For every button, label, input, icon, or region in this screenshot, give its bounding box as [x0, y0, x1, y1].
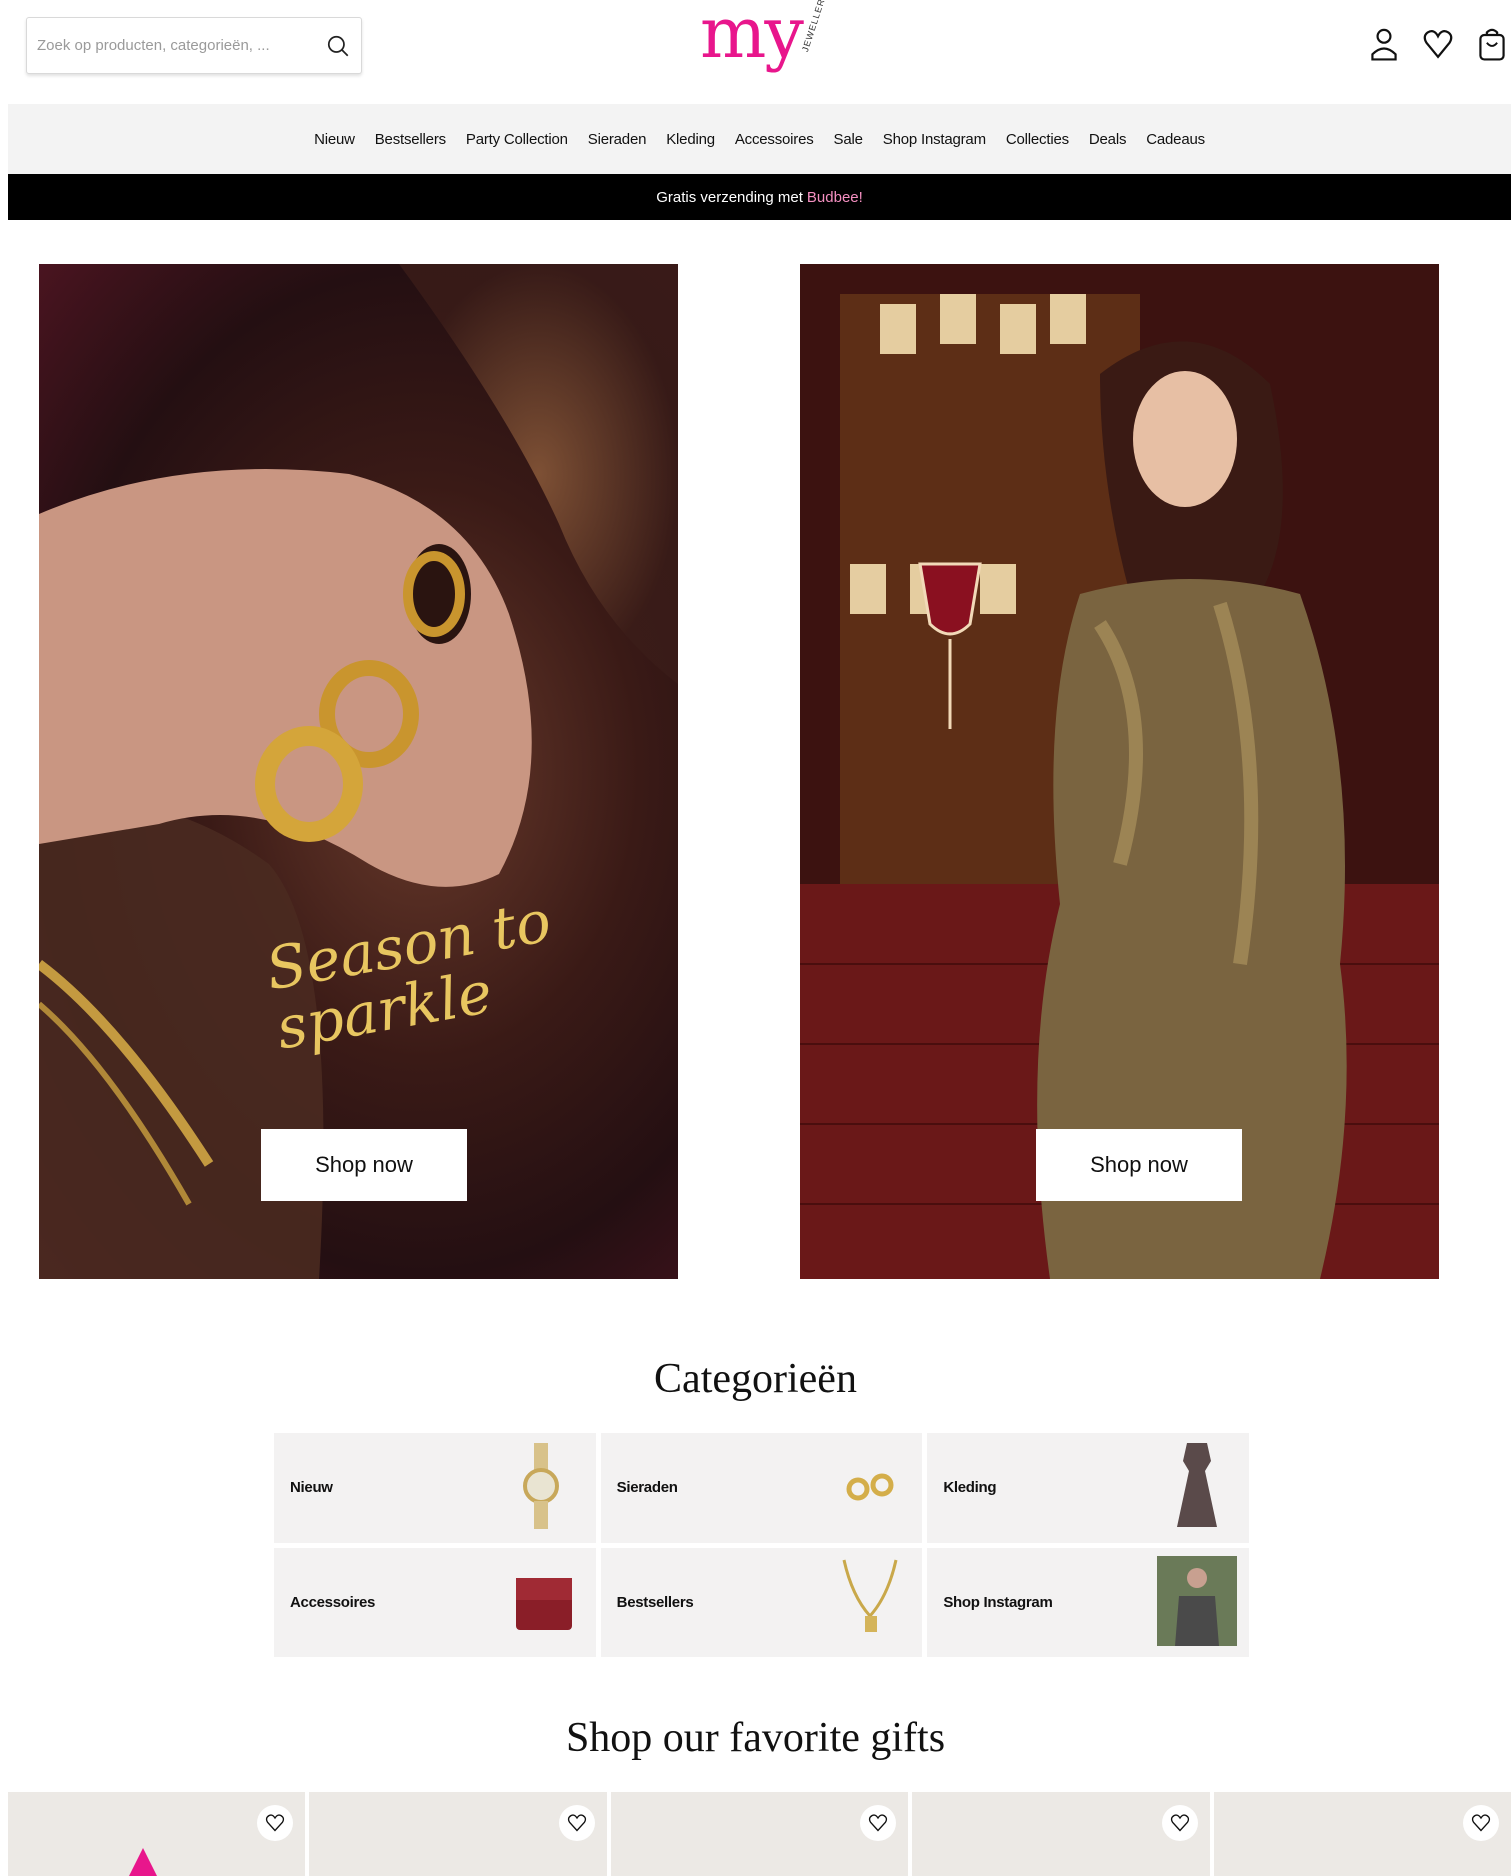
site-logo[interactable]: my JEWELLERY	[700, 0, 830, 84]
category-label: Kleding	[943, 1479, 997, 1497]
gift-product-card[interactable]	[309, 1792, 607, 1876]
category-label: Accessoires	[290, 1593, 376, 1611]
shopping-bag-icon[interactable]	[1476, 26, 1508, 62]
search-box[interactable]	[26, 17, 362, 74]
promo-highlight[interactable]: Budbee!	[807, 189, 863, 206]
wishlist-heart-icon[interactable]	[1422, 26, 1454, 62]
gift-product-card[interactable]	[912, 1792, 1210, 1876]
gifts-carousel	[8, 1792, 1511, 1876]
search-input[interactable]	[37, 37, 325, 54]
wishlist-heart-icon[interactable]	[1161, 1805, 1198, 1841]
logo-text: my	[700, 0, 804, 74]
gifts-title: Shop our favorite gifts	[565, 1715, 946, 1761]
nav-item-collecties[interactable]: Collecties	[996, 131, 1079, 148]
nav-item-sieraden[interactable]: Sieraden	[578, 131, 656, 148]
promo-text: Gratis verzending met	[656, 188, 803, 206]
nav-item-bestsellers[interactable]: Bestsellers	[365, 131, 456, 148]
logo-subtext: JEWELLERY	[800, 0, 829, 54]
category-tile-bestsellers[interactable]: Bestsellers	[600, 1547, 923, 1657]
account-icon[interactable]	[1368, 26, 1400, 62]
earrings-thumbnail	[846, 1473, 894, 1501]
category-label: Shop Instagram	[943, 1593, 1053, 1611]
categories-grid: Nieuw Sieraden Kleding Accessoires Bests…	[274, 1433, 1249, 1657]
main-navigation: Nieuw Bestsellers Party Collection Siera…	[8, 104, 1511, 174]
dress-thumbnail	[1176, 1443, 1217, 1527]
wishlist-heart-icon[interactable]	[257, 1805, 294, 1841]
category-tile-nieuw[interactable]: Nieuw	[274, 1433, 596, 1543]
promo-bar: Gratis verzending met Budbee!	[8, 174, 1511, 220]
instagram-photo-thumbnail	[1156, 1555, 1237, 1646]
wishlist-heart-icon[interactable]	[860, 1805, 897, 1841]
category-label: Nieuw	[290, 1479, 333, 1497]
category-tile-sieraden[interactable]: Sieraden	[600, 1433, 923, 1543]
search-icon[interactable]	[325, 33, 351, 59]
nav-item-kleding[interactable]: Kleding	[656, 131, 725, 148]
category-label: Bestsellers	[616, 1593, 694, 1611]
nav-item-accessoires[interactable]: Accessoires	[725, 131, 824, 148]
watch-thumbnail	[522, 1443, 559, 1529]
nav-item-sale[interactable]: Sale	[824, 131, 873, 148]
category-label: Sieraden	[616, 1479, 678, 1497]
hero-banner-party[interactable]: Shop now	[800, 264, 1439, 1279]
category-tile-kleding[interactable]: Kleding	[927, 1433, 1249, 1543]
category-tile-shop-instagram[interactable]: Shop Instagram	[927, 1547, 1249, 1657]
nav-item-deals[interactable]: Deals	[1079, 131, 1136, 148]
hero-party-image	[800, 264, 1439, 1279]
nav-item-party-collection[interactable]: Party Collection	[456, 131, 578, 148]
nav-item-shop-instagram[interactable]: Shop Instagram	[873, 131, 996, 148]
shop-now-button-right[interactable]: Shop now	[1036, 1129, 1242, 1201]
gift-product-card[interactable]	[8, 1792, 306, 1876]
category-tile-accessoires[interactable]: Accessoires	[274, 1547, 596, 1657]
gift-product-card[interactable]	[610, 1792, 909, 1876]
wishlist-heart-icon[interactable]	[1463, 1805, 1500, 1841]
product-image	[129, 1848, 157, 1876]
gift-product-card[interactable]	[1213, 1792, 1511, 1876]
categories-title: Categorieën	[654, 1356, 857, 1402]
hero-banner-sparkle[interactable]: Season to sparkle Shop now	[39, 264, 678, 1279]
shop-now-button-left[interactable]: Shop now	[261, 1129, 467, 1201]
necklace-thumbnail	[842, 1559, 898, 1632]
page: my JEWELLERY Nieuw Bestsellers Party Col…	[0, 0, 1511, 1876]
nav-item-cadeaus[interactable]: Cadeaus	[1136, 131, 1215, 148]
nav-item-nieuw[interactable]: Nieuw	[304, 131, 365, 148]
wishlist-heart-icon[interactable]	[558, 1805, 595, 1841]
hero-sparkle-image	[39, 264, 678, 1279]
bag-thumbnail	[515, 1577, 572, 1630]
